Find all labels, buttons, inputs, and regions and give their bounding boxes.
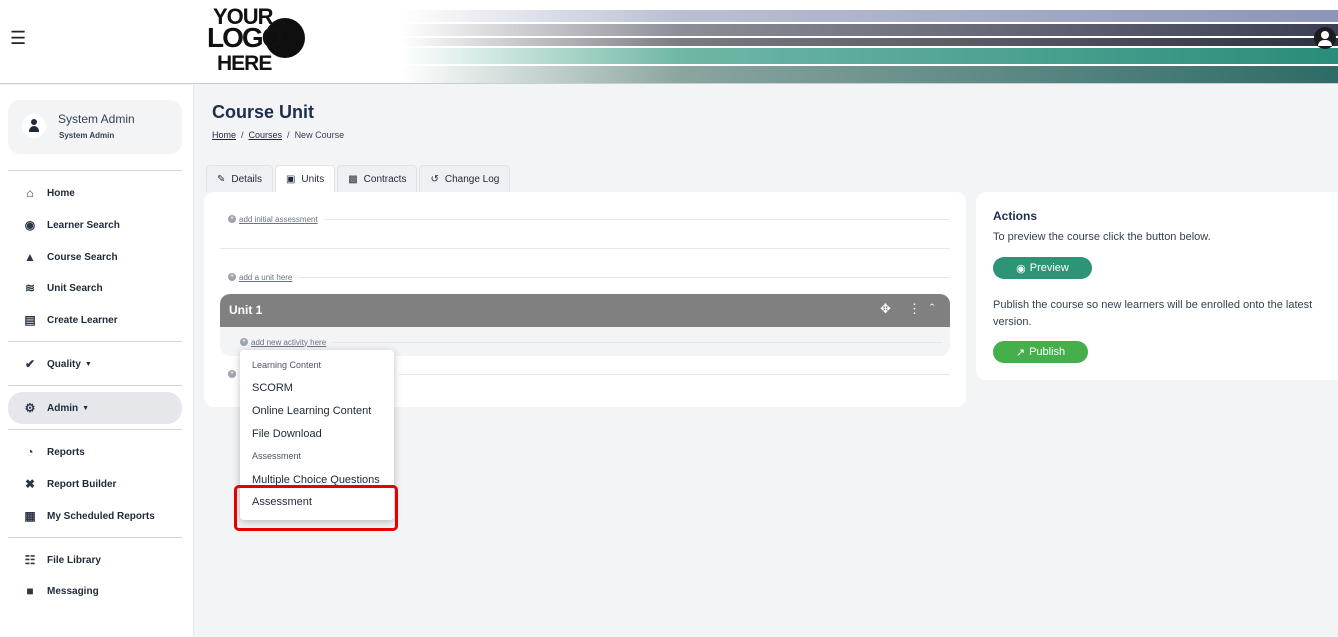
caret-down-icon: ▼ — [84, 360, 92, 368]
publish-button[interactable]: ↗ Publish — [993, 341, 1088, 363]
dropdown-heading-assessment: Assessment — [252, 451, 302, 461]
sidebar-item-course-search[interactable]: ▲ Course Search — [8, 242, 182, 272]
plus-circle-icon[interactable]: + — [228, 370, 236, 378]
tab-contracts[interactable]: ▩ Contracts — [337, 165, 418, 192]
skiing-icon: ≋ — [24, 281, 36, 295]
menu-item-file-download[interactable]: File Download — [252, 428, 322, 440]
divider — [8, 341, 182, 342]
gears-icon: ⚙ — [24, 401, 36, 415]
profile-role: System Admin — [59, 131, 115, 140]
sidebar-item-unit-search[interactable]: ≋ Unit Search — [8, 273, 182, 303]
tab-units[interactable]: ▣ Units — [274, 165, 336, 192]
library-icon: ☷ — [24, 553, 36, 567]
user-profile[interactable]: System Admin System Admin — [8, 100, 182, 154]
actions-title: Actions — [993, 209, 1038, 223]
breadcrumb: Home / Courses / New Course — [212, 130, 345, 140]
calendar-icon: ▦ — [24, 509, 36, 523]
preview-description: To preview the course click the button b… — [993, 231, 1211, 243]
unit-header[interactable]: Unit 1 ✥ ⋮ ˆ — [220, 294, 950, 327]
add-initial-assessment-link[interactable]: add initial assessment — [239, 215, 318, 224]
chevron-up-icon[interactable]: ˆ — [930, 301, 934, 316]
menu-item-online-learning[interactable]: Online Learning Content — [252, 405, 371, 417]
highlight-box — [234, 485, 398, 531]
document-icon: ▩ — [348, 173, 358, 185]
external-link-icon: ↗ — [1015, 346, 1026, 359]
cube-icon: ▣ — [285, 173, 296, 185]
message-icon: ■ — [26, 584, 34, 598]
breadcrumb-home[interactable]: Home — [212, 130, 236, 140]
sidebar-item-create-learner[interactable]: ▤ Create Learner — [8, 305, 182, 335]
page-title: Course Unit — [212, 102, 315, 122]
divider — [220, 248, 950, 249]
tab-bar: ✎ Details ▣ Units ▩ Contracts ↺ Change Log — [206, 165, 512, 192]
add-activity-row: + add new activity here — [232, 336, 942, 348]
avatar — [22, 114, 46, 138]
divider — [8, 170, 182, 171]
sidebar-item-messaging[interactable]: ■ Messaging — [8, 576, 182, 606]
breadcrumb-courses[interactable]: Courses — [249, 130, 283, 140]
hamburger-icon[interactable]: ☰ — [10, 28, 26, 49]
divider — [8, 537, 182, 538]
plus-circle-icon[interactable]: + — [228, 273, 236, 281]
menu-item-scorm[interactable]: SCORM — [252, 382, 293, 394]
add-activity-link[interactable]: add new activity here — [251, 338, 326, 347]
check-circle-icon: ✔ — [24, 357, 36, 371]
sidebar: System Admin System Admin ⌂ Home ◉ Learner… — [0, 85, 194, 637]
plus-circle-icon[interactable]: + — [240, 338, 248, 346]
app-header: ☰ YOUR LOGO HERE — [0, 0, 1338, 84]
unit-title: Unit 1 — [229, 303, 263, 317]
eye-icon: ◉ — [1016, 262, 1026, 275]
user-circle-icon: ◉ — [24, 218, 36, 232]
clipboard-icon: ▤ — [24, 313, 36, 327]
header-banner — [400, 10, 1338, 83]
user-circle-icon[interactable] — [1314, 27, 1336, 49]
history-icon: ↺ — [430, 173, 439, 185]
home-icon: ⌂ — [26, 186, 34, 200]
divider — [8, 385, 182, 386]
add-unit-link[interactable]: add a unit here — [239, 273, 292, 282]
breadcrumb-current: New Course — [294, 130, 345, 140]
add-initial-assessment-row: + add initial assessment — [220, 213, 950, 225]
tab-change-log[interactable]: ↺ Change Log — [419, 165, 511, 192]
sidebar-item-reports[interactable]: ◔ Reports — [8, 437, 182, 467]
sidebar-item-home[interactable]: ⌂ Home — [8, 178, 182, 208]
pie-chart-icon: ◔ — [26, 445, 34, 459]
more-vertical-icon[interactable]: ⋮ — [908, 301, 921, 317]
divider — [8, 429, 182, 430]
pencil-icon: ✎ — [217, 173, 226, 185]
logo[interactable]: YOUR LOGO HERE — [207, 4, 327, 76]
profile-name: System Admin — [58, 112, 135, 126]
sidebar-item-my-scheduled-reports[interactable]: ▦ My Scheduled Reports — [8, 501, 182, 531]
move-icon[interactable]: ✥ — [880, 301, 891, 317]
add-unit-row: + add a unit here — [220, 271, 950, 283]
preview-button[interactable]: ◉ Preview — [993, 257, 1092, 279]
sidebar-item-report-builder[interactable]: ✖ Report Builder — [8, 469, 182, 499]
plus-circle-icon[interactable]: + — [228, 215, 236, 223]
tools-icon: ✖ — [24, 477, 36, 491]
sidebar-item-quality[interactable]: ✔ Quality ▼ — [8, 349, 182, 379]
sidebar-item-learner-search[interactable]: ◉ Learner Search — [8, 210, 182, 240]
caret-down-icon: ▼ — [82, 404, 90, 412]
graduate-icon: ▲ — [24, 250, 36, 264]
sidebar-item-admin[interactable]: ⚙ Admin ▼ — [8, 392, 182, 424]
tab-details[interactable]: ✎ Details — [206, 165, 273, 192]
dropdown-heading-learning: Learning Content — [252, 360, 322, 370]
sidebar-item-file-library[interactable]: ☷ File Library — [8, 545, 182, 575]
publish-description: Publish the course so new learners will … — [993, 299, 1313, 328]
